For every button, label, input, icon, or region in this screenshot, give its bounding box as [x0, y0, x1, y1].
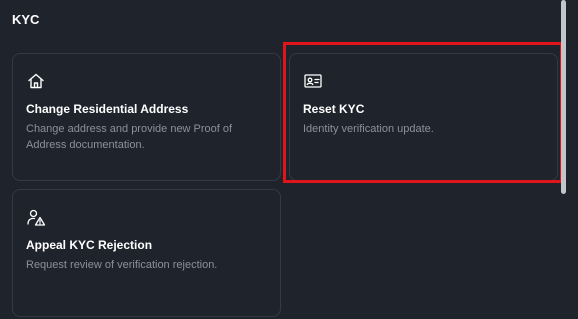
- kyc-page: KYC Change Residential Address Change ad…: [0, 0, 578, 319]
- card-description: Change address and provide new Proof of …: [26, 123, 233, 151]
- scrollbar-thumb[interactable]: [561, 0, 566, 194]
- appeal-kyc-rejection-card[interactable]: Appeal KYC Rejection Request review of v…: [12, 189, 281, 317]
- section-title: KYC: [12, 12, 40, 27]
- card-description: Identity verification update.: [303, 123, 434, 135]
- home-icon: [26, 71, 46, 91]
- change-residential-address-card[interactable]: Change Residential Address Change addres…: [12, 53, 281, 181]
- card-title: Change Residential Address: [26, 102, 189, 116]
- reset-kyc-card[interactable]: Reset KYC Identity verification update.: [289, 53, 558, 181]
- id-card-icon: [303, 71, 323, 91]
- card-title: Appeal KYC Rejection: [26, 238, 153, 252]
- user-warning-icon: [26, 207, 46, 227]
- card-title: Reset KYC: [303, 102, 365, 116]
- card-description: Request review of verification rejection…: [26, 259, 218, 271]
